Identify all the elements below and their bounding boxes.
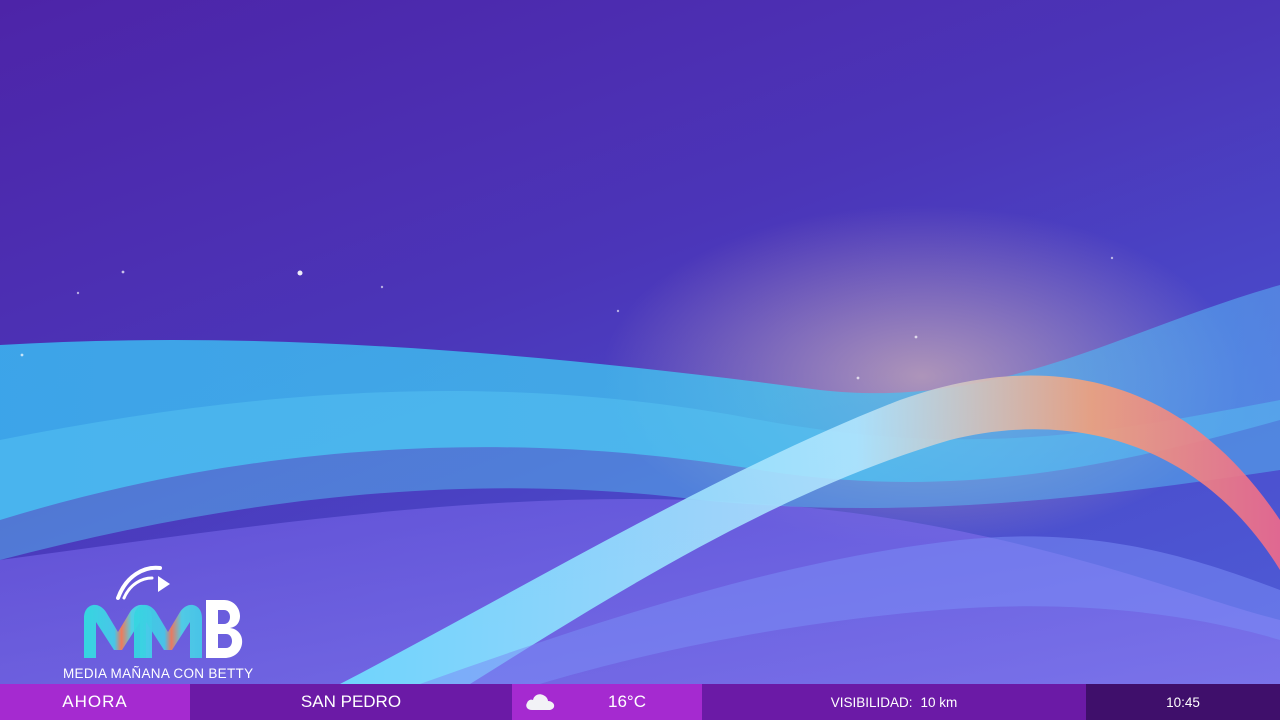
ticker-location: SAN PEDRO	[190, 684, 512, 720]
show-logo: MEDIA MAÑANA CON BETTY	[56, 556, 266, 682]
ticker-clock: 10:45	[1086, 684, 1280, 720]
mmb-monogram	[84, 565, 243, 658]
ticker-now-label: AHORA	[0, 684, 190, 720]
ticker-temperature-segment: 16°C	[512, 684, 702, 720]
cloud-icon	[526, 694, 555, 710]
info-ticker-bar: AHORA SAN PEDRO 16°C VISIBILIDAD: 10 km …	[0, 684, 1280, 720]
ticker-visibility-label: VISIBILIDAD:	[830, 694, 913, 710]
ticker-visibility-value: 10 km	[920, 694, 958, 710]
ticker-visibility-segment: VISIBILIDAD: 10 km	[702, 684, 1086, 720]
logo-tagline: MEDIA MAÑANA CON BETTY	[63, 666, 254, 681]
ticker-temperature: 16°C	[608, 692, 646, 711]
